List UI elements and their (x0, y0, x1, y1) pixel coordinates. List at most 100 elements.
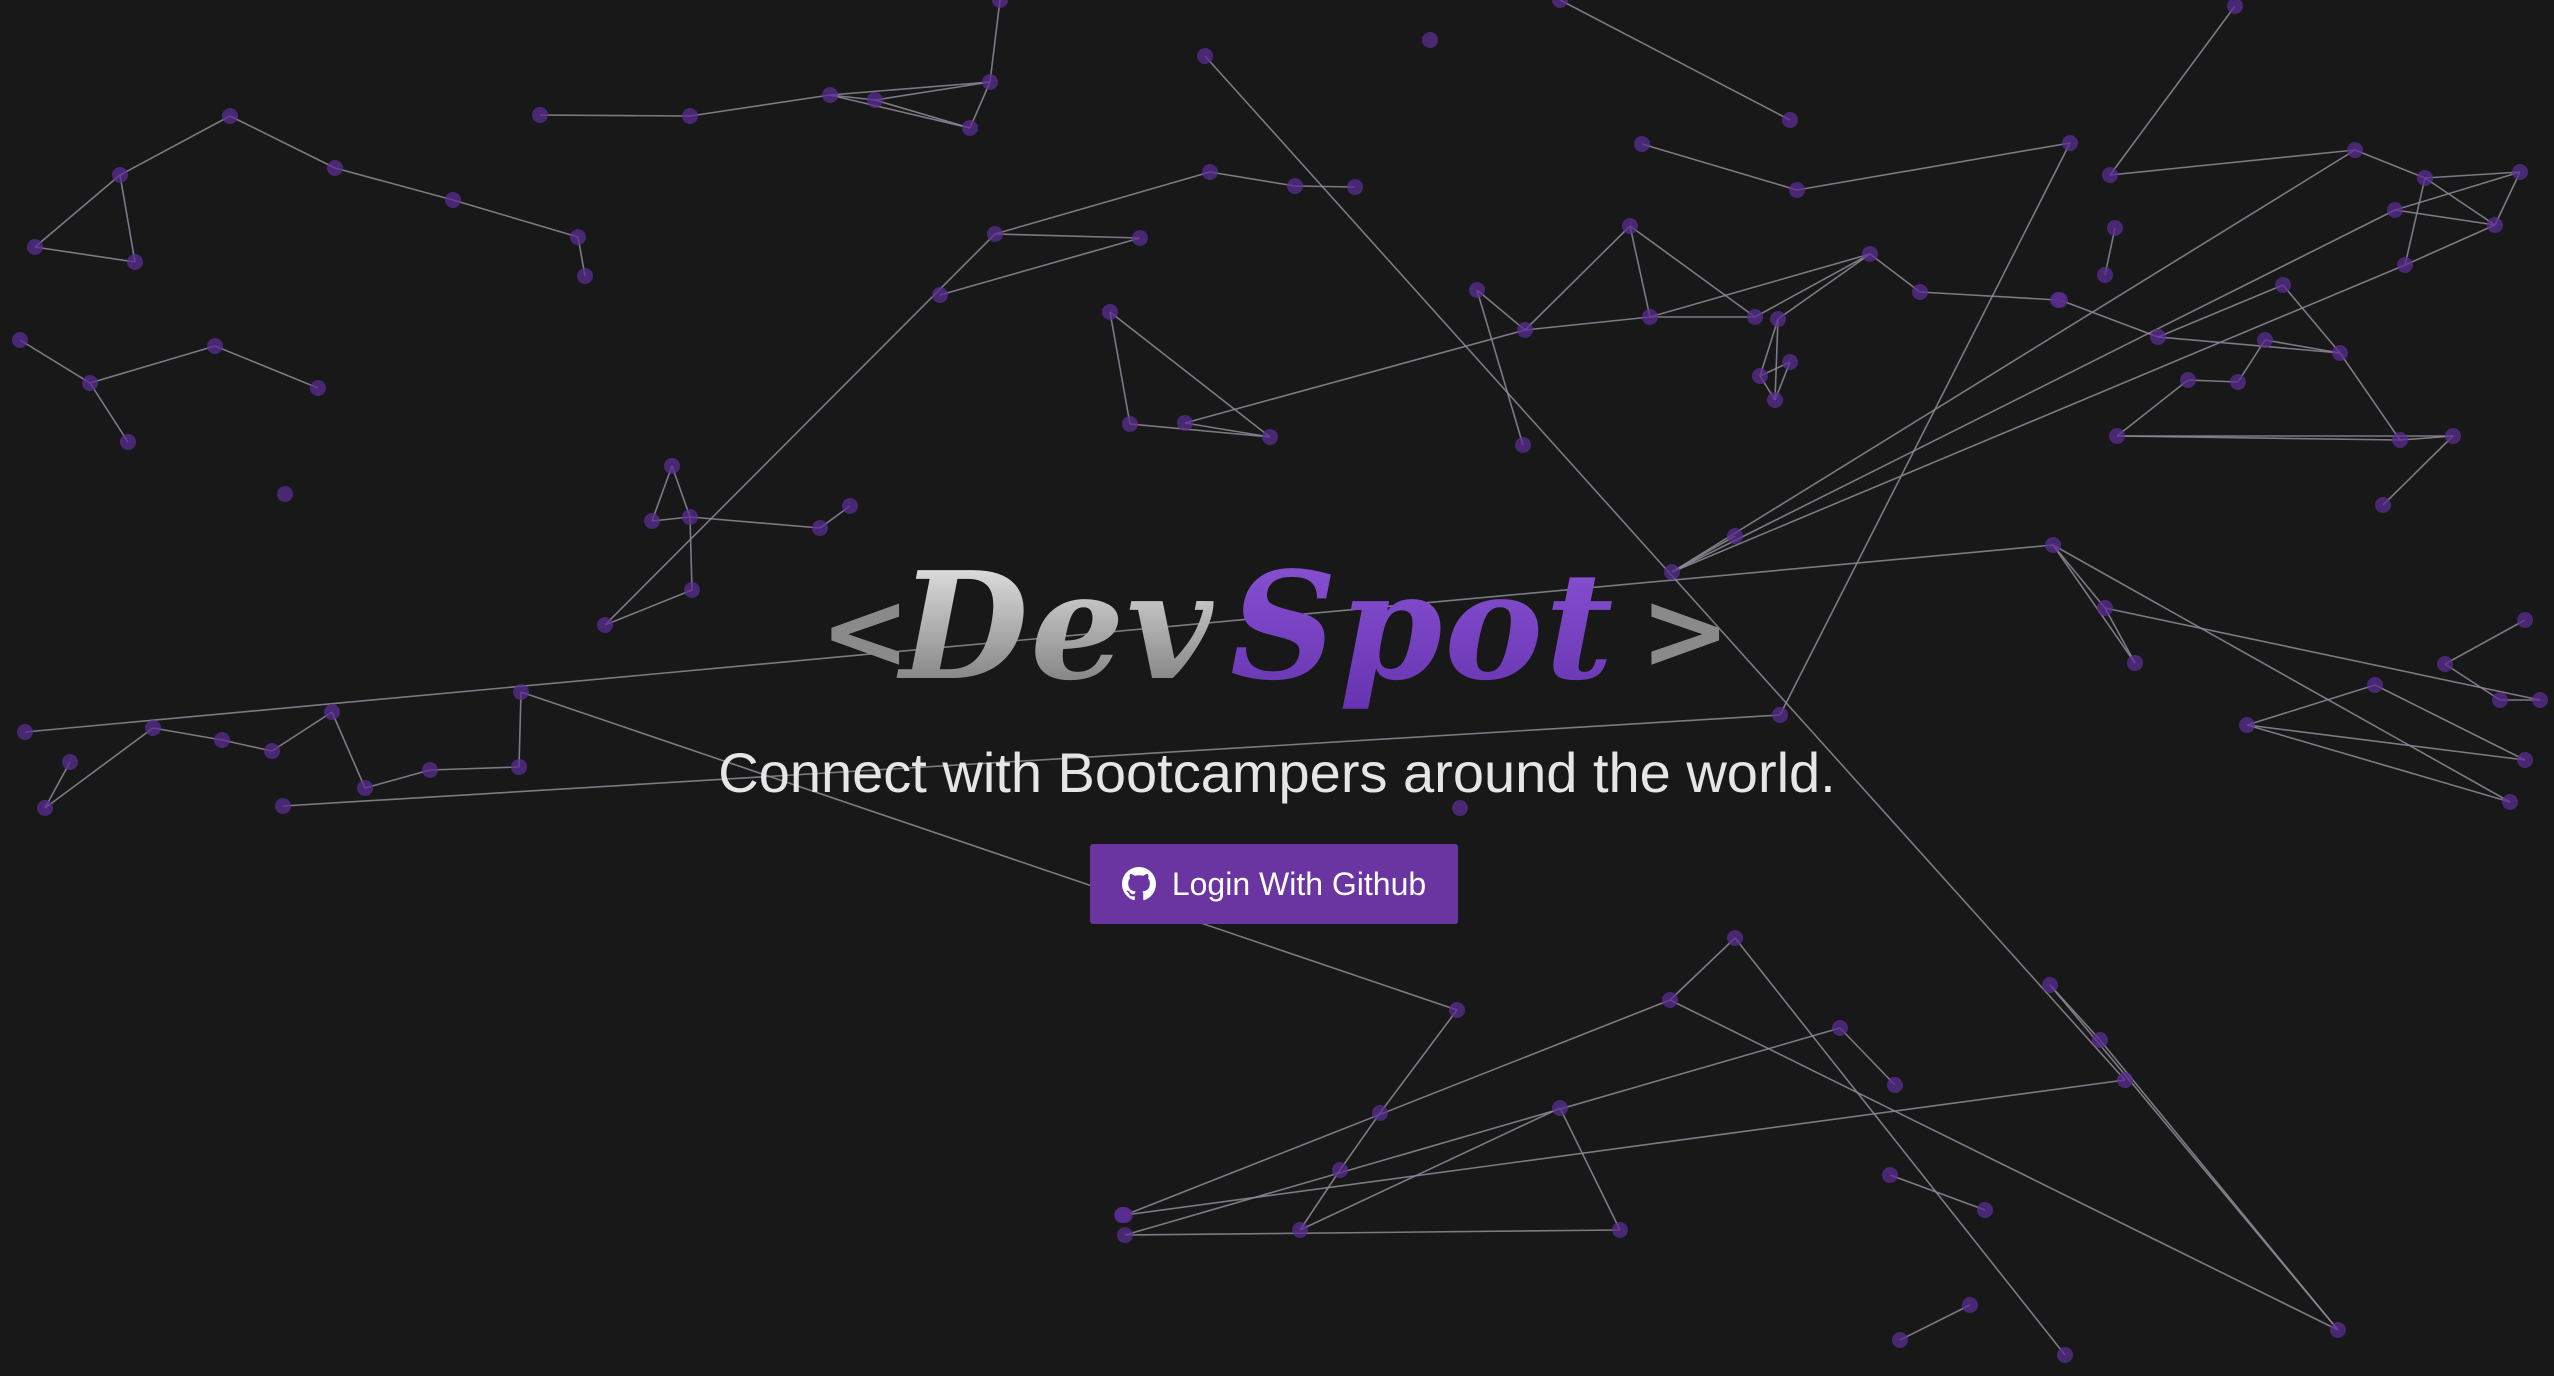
network-edge (1209, 171, 1296, 187)
network-edge (2109, 149, 2356, 176)
network-node (2332, 345, 2348, 361)
network-node (2045, 537, 2061, 553)
network-node (842, 498, 858, 514)
network-node (2107, 220, 2123, 236)
network-edge (1379, 1009, 1458, 1114)
network-node (932, 287, 948, 303)
network-edge (2109, 5, 2236, 176)
network-node (1892, 1332, 1908, 1348)
network-node (1197, 48, 1213, 64)
network-node (2230, 374, 2246, 390)
network-node (1122, 416, 1138, 432)
network-edge (1629, 225, 1651, 318)
network-node (2397, 257, 2413, 273)
network-edge (119, 174, 136, 263)
network-node (327, 160, 343, 176)
network-node (664, 458, 680, 474)
network-edge (1524, 316, 1651, 331)
network-node (1767, 392, 1783, 408)
network-node (822, 87, 838, 103)
network-node (2092, 1032, 2108, 1048)
network-node (570, 229, 586, 245)
network-edge (2394, 209, 2496, 226)
network-node (2150, 329, 2166, 345)
network-edge (1124, 1079, 2126, 1216)
network-node (2392, 432, 2408, 448)
network-node (207, 338, 223, 354)
network-edge (2394, 171, 2521, 211)
network-node (982, 74, 998, 90)
network-edge (1476, 289, 1526, 331)
network-edge (1759, 318, 1779, 377)
network-node (1515, 437, 1531, 453)
network-node (1287, 178, 1303, 194)
network-node (1332, 1162, 1348, 1178)
network-node (2052, 292, 2068, 308)
network-node (1642, 309, 1658, 325)
network-node (222, 108, 238, 124)
network-node (1789, 182, 1805, 198)
network-node (1634, 136, 1650, 152)
network-node (1202, 164, 1218, 180)
login-with-github-button[interactable]: Login With Github (1090, 844, 1458, 924)
network-node (2275, 277, 2291, 293)
network-node (2057, 1347, 2073, 1363)
network-node (1262, 429, 1278, 445)
network-edge (671, 465, 691, 518)
network-edge (1184, 329, 1526, 424)
landing-page: < Dev Spot > Connect with Bootcampers ar… (0, 0, 2554, 1376)
network-node (1782, 354, 1798, 370)
logo-close-bracket: > (1640, 569, 1720, 694)
network-edge (2157, 284, 2284, 338)
network-node (2330, 1322, 2346, 1338)
network-node (2375, 497, 2391, 513)
network-edge (2382, 435, 2454, 506)
network-node (682, 108, 698, 124)
network-edge (229, 115, 336, 169)
network-node (1887, 1077, 1903, 1093)
login-button-label: Login With Github (1171, 865, 1427, 902)
network-node (577, 268, 593, 284)
network-edge (1559, 0, 1791, 121)
network-node (2417, 170, 2433, 186)
network-node (445, 192, 461, 208)
network-node (2512, 164, 2528, 180)
network-edge (19, 339, 91, 384)
network-node (1912, 284, 1928, 300)
network-node (2042, 977, 2058, 993)
network-edge (1796, 142, 2071, 191)
network-edge (2099, 1039, 2339, 1331)
network-edge (34, 174, 121, 248)
network-node (2102, 167, 2118, 183)
network-node (1862, 246, 1878, 262)
network-edge (1899, 1304, 1971, 1341)
network-edge (1869, 253, 1921, 293)
network-node (1469, 282, 1485, 298)
network-node (27, 239, 43, 255)
network-edge (2404, 224, 2496, 266)
network-node (1882, 1167, 1898, 1183)
network-node (2487, 217, 2503, 233)
network-edge (2059, 299, 2159, 338)
network-edge (874, 99, 971, 129)
network-edge (1124, 1229, 1621, 1236)
network-edge (2157, 336, 2341, 354)
network-node (1517, 322, 1533, 338)
network-node (1782, 112, 1798, 128)
network-edge (1669, 999, 2339, 1331)
network-edge (874, 81, 991, 101)
network-node (112, 167, 128, 183)
network-edge (689, 516, 821, 529)
network-node (1552, 0, 1568, 8)
network-node (682, 509, 698, 525)
network-edge (1774, 318, 1779, 401)
network-node (1752, 368, 1768, 384)
network-node (1832, 1020, 1848, 1036)
network-node (1662, 992, 1678, 1008)
network-edge (994, 233, 1141, 239)
network-edge (1124, 1027, 1841, 1236)
network-edge (1669, 937, 1736, 1001)
network-edge (1777, 253, 1871, 320)
network-edge (2264, 339, 2341, 354)
network-edge (1524, 225, 1631, 331)
